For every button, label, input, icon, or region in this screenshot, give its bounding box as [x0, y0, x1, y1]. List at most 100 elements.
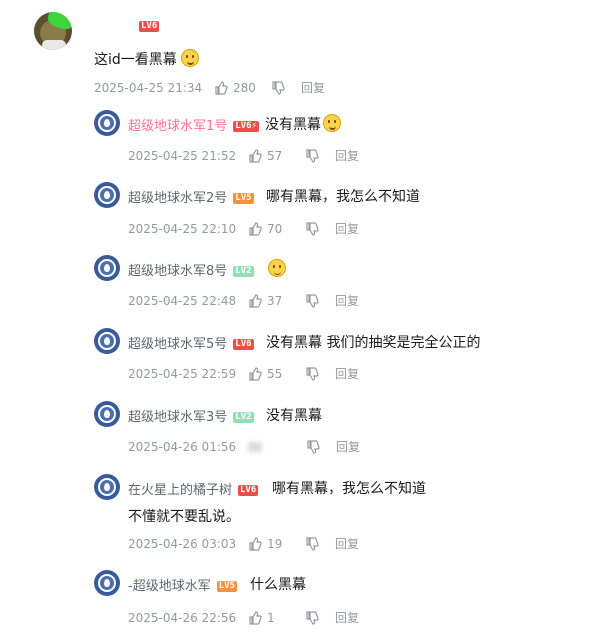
like-button[interactable]: 55	[248, 367, 291, 381]
reply-meta: 2025-04-25 22:48 37 回复	[128, 292, 359, 309]
thumbs-down-icon	[306, 293, 319, 308]
reply-button[interactable]: 回复	[301, 79, 325, 96]
timestamp: 2025-04-26 01:56	[128, 439, 237, 454]
thumbs-down-icon	[272, 80, 285, 95]
username-text[interactable]: 在火星上的橘子树	[128, 483, 232, 498]
level-badge: LV6	[238, 485, 259, 496]
reply-button[interactable]: 回复	[335, 365, 359, 382]
comment-text: 这id一看黑幕	[94, 49, 200, 69]
like-button[interactable]: 19	[248, 537, 291, 551]
dislike-button[interactable]	[305, 610, 319, 625]
username-text[interactable]: 超级地球水军2号	[128, 191, 227, 206]
like-count: 70	[267, 221, 283, 236]
reply-button[interactable]: 回复	[335, 535, 359, 552]
username-text[interactable]: 超级地球水军1号	[128, 119, 227, 134]
level-badge: LV2	[233, 412, 254, 423]
reply-username[interactable]: 在火星上的橘子树 LV6	[128, 479, 259, 498]
timestamp: 2025-04-26 03:03	[128, 536, 237, 551]
reply-meta: 2025-04-25 22:10 70 回复	[128, 220, 359, 237]
reply-text	[266, 259, 286, 278]
avatar[interactable]	[34, 12, 72, 50]
username-text[interactable]: -超级地球水军	[128, 579, 211, 594]
username-text[interactable]: 超级地球水军8号	[128, 264, 227, 279]
reply-username[interactable]: 超级地球水军2号 LV5	[128, 187, 254, 206]
reply-text-content: 没有黑幕	[265, 117, 321, 133]
level-badge: LV5	[233, 193, 254, 204]
reply-username[interactable]: 超级地球水军5号 LV6	[128, 333, 254, 352]
thumbs-up-icon	[249, 148, 262, 163]
reply-username[interactable]: 超级地球水军3号 LV2	[128, 406, 254, 425]
avatar[interactable]	[94, 570, 120, 596]
thumbs-up-icon	[249, 366, 262, 381]
avatar[interactable]	[94, 401, 120, 427]
reply-button[interactable]: 回复	[335, 220, 359, 237]
avatar[interactable]	[94, 255, 120, 281]
avatar[interactable]	[94, 182, 120, 208]
thumbs-up-icon	[249, 293, 262, 308]
dislike-button[interactable]	[305, 221, 319, 236]
timestamp: 2025-04-25 22:59	[128, 366, 237, 381]
level-badge: LV6	[233, 339, 254, 350]
thumbs-up-icon	[248, 441, 262, 452]
water-drop-icon	[98, 478, 116, 496]
like-count: 37	[267, 293, 283, 308]
level-badge: LV2	[233, 266, 254, 277]
thumbs-up-icon	[249, 610, 262, 625]
dislike-button[interactable]	[305, 366, 319, 381]
thumbs-down-icon	[306, 221, 319, 236]
thumbs-up-icon	[249, 536, 262, 551]
like-count: 280	[233, 80, 256, 95]
username-text[interactable]: 超级地球水军5号	[128, 337, 227, 352]
avatar[interactable]	[94, 474, 120, 500]
like-count: 19	[267, 536, 283, 551]
like-button[interactable]: 37	[248, 294, 291, 308]
timestamp: 2025-04-25 21:34	[94, 80, 203, 95]
thumbs-up-icon	[249, 221, 262, 236]
reply-text-content: 什么黑幕	[250, 577, 306, 593]
dislike-button[interactable]	[305, 536, 319, 551]
water-drop-icon	[98, 405, 116, 423]
dislike-button[interactable]	[305, 293, 319, 308]
water-drop-icon	[98, 574, 116, 592]
reply-text-content: 哪有黑幕，我怎么不知道	[272, 481, 426, 497]
water-drop-icon	[98, 114, 116, 132]
reply-button[interactable]: 回复	[335, 609, 359, 626]
emoji-icon	[181, 49, 200, 67]
dislike-button[interactable]	[306, 439, 320, 454]
reply-username[interactable]: 超级地球水军8号 LV2	[128, 260, 254, 279]
water-drop-icon	[98, 259, 116, 277]
like-button[interactable]: 1	[248, 611, 291, 625]
like-button[interactable]: 280	[214, 81, 257, 95]
reply-meta: 2025-04-26 22:56 1 回复	[128, 609, 359, 626]
like-button[interactable]	[248, 441, 292, 452]
username-text[interactable]: 超级地球水军3号	[128, 410, 227, 425]
dislike-button[interactable]	[271, 80, 285, 95]
reply-button[interactable]: 回复	[335, 292, 359, 309]
thumbs-down-icon	[307, 439, 320, 454]
reply-username[interactable]: 超级地球水军1号 LV6⚡	[128, 115, 259, 134]
like-count: 1	[267, 610, 275, 625]
timestamp: 2025-04-26 22:56	[128, 610, 237, 625]
reply-button[interactable]: 回复	[336, 438, 360, 455]
reply-text-line2: 不懂就不要乱说。	[128, 509, 240, 525]
level-badge: LV6	[139, 21, 160, 32]
reply-text: 哪有黑幕，我怎么不知道	[266, 186, 420, 206]
thumbs-down-icon	[306, 536, 319, 551]
water-drop-icon	[98, 186, 116, 204]
reply-text: 哪有黑幕，我怎么不知道	[272, 478, 426, 498]
timestamp: 2025-04-25 22:10	[128, 221, 237, 236]
reply-text: 没有黑幕 我们的抽奖是完全公正的	[266, 332, 480, 352]
dislike-button[interactable]	[305, 148, 319, 163]
avatar[interactable]	[94, 110, 120, 136]
reply-meta: 2025-04-26 03:03 19 回复	[128, 535, 359, 552]
like-button[interactable]: 70	[248, 222, 291, 236]
level-badge: LV6⚡	[233, 121, 259, 132]
like-button[interactable]: 57	[248, 149, 291, 163]
level-badge: LV5	[216, 581, 237, 592]
reply-text-content: 没有黑幕	[266, 408, 322, 424]
reply-meta: 2025-04-25 21:52 57 回复	[128, 147, 359, 164]
reply-button[interactable]: 回复	[335, 147, 359, 164]
reply-username[interactable]: -超级地球水军 LV5	[128, 575, 237, 594]
reply-meta: 2025-04-25 22:59 55 回复	[128, 365, 359, 382]
avatar[interactable]	[94, 328, 120, 354]
